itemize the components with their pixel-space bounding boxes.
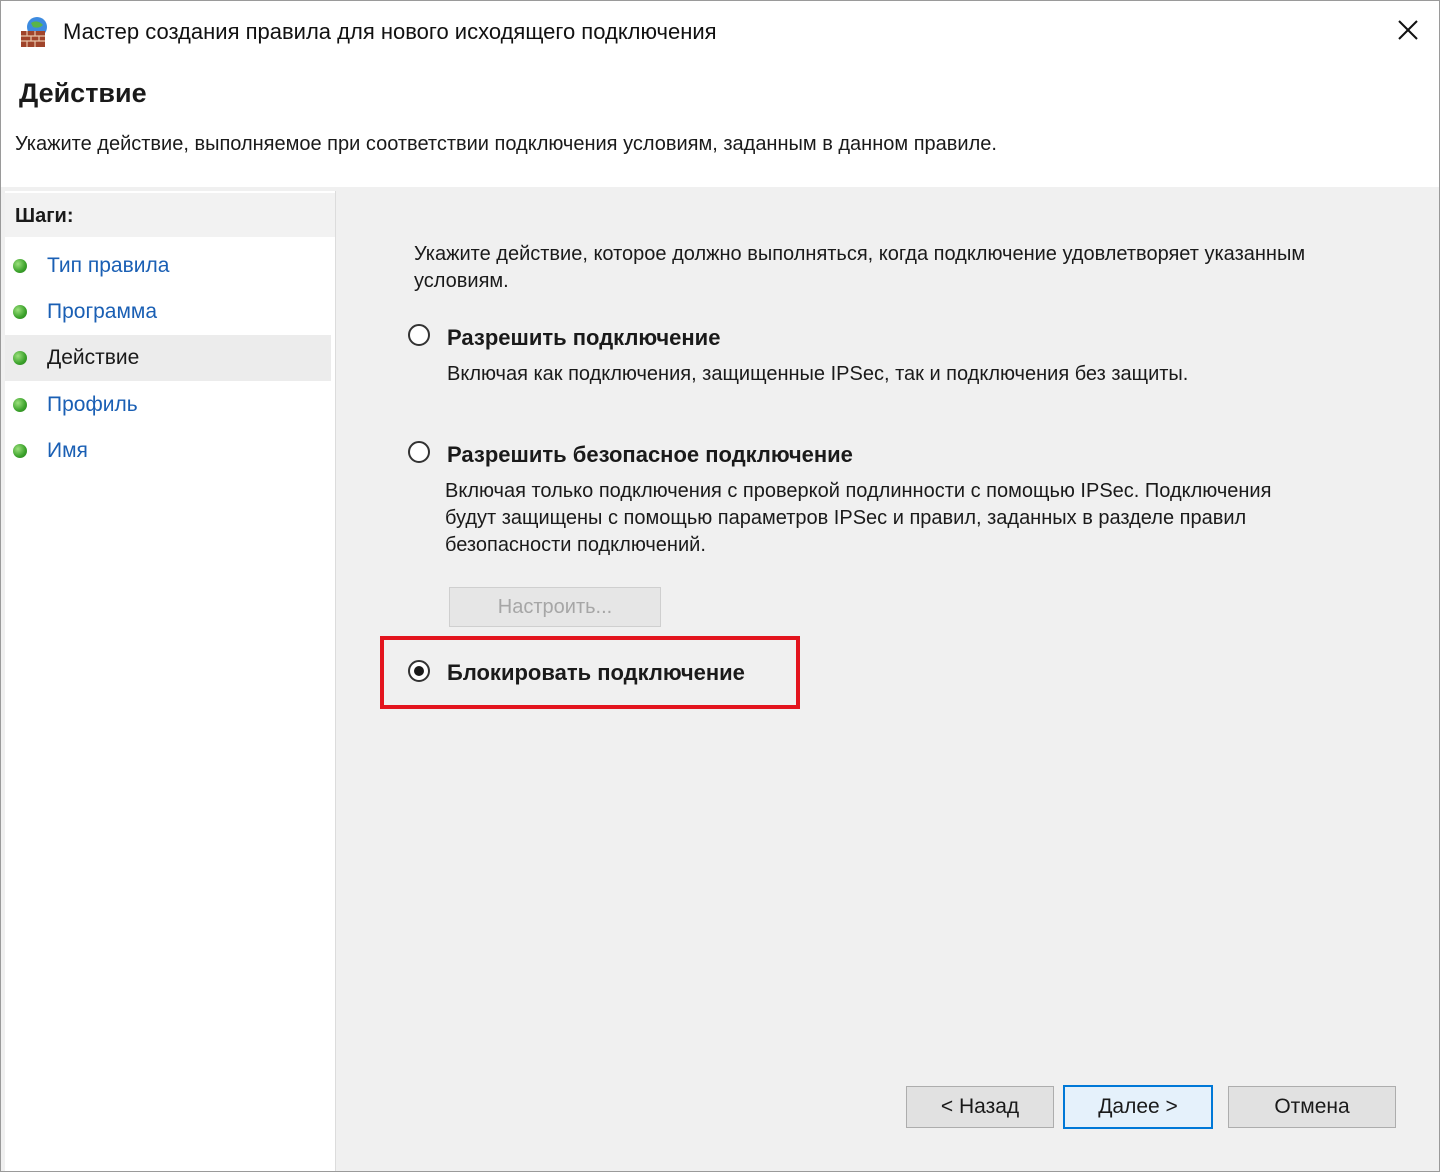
allow-secure-connection-label[interactable]: Разрешить безопасное подключение (447, 442, 853, 468)
close-button[interactable] (1391, 13, 1425, 47)
action-panel: Укажите действие, которое должно выполня… (341, 187, 1439, 1171)
sidebar-item-label: Тип правила (47, 254, 170, 277)
sidebar-item-profile[interactable]: Профиль (5, 382, 331, 428)
step-status-icon (13, 351, 27, 365)
steps-title: Шаги: (15, 205, 74, 227)
sidebar-item-program[interactable]: Программа (5, 289, 331, 335)
sidebar-item-name[interactable]: Имя (5, 428, 331, 474)
block-connection-label[interactable]: Блокировать подключение (447, 660, 745, 686)
wizard-window: Мастер создания правила для нового исход… (0, 0, 1440, 1172)
sidebar-item-label: Профиль (47, 393, 138, 416)
window-title: Мастер создания правила для нового исход… (63, 19, 717, 44)
allow-connection-radio[interactable] (408, 324, 430, 346)
steps-sidebar: Шаги: Тип правила Программа Действие Про… (5, 191, 336, 1171)
back-button[interactable]: < Назад (906, 1086, 1054, 1128)
sidebar-item-label: Имя (47, 439, 88, 462)
sidebar-item-action[interactable]: Действие (5, 335, 331, 381)
page-subtitle: Укажите действие, выполняемое при соотве… (15, 133, 997, 155)
allow-secure-connection-description: Включая только подключения с проверкой п… (445, 480, 1272, 556)
close-icon (1398, 20, 1418, 40)
allow-connection-description: Включая как подключения, защищенные IPSe… (447, 363, 1189, 385)
step-status-icon (13, 305, 27, 319)
sidebar-item-rule-type[interactable]: Тип правила (5, 243, 331, 289)
page-header: Действие Укажите действие, выполняемое п… (1, 63, 1439, 187)
sidebar-item-label: Действие (47, 346, 140, 369)
allow-connection-label[interactable]: Разрешить подключение (447, 325, 720, 351)
wizard-body: Шаги: Тип правила Программа Действие Про… (1, 187, 1439, 1171)
steps-header: Шаги: (5, 193, 335, 237)
next-button[interactable]: Далее > (1063, 1085, 1213, 1129)
page-title: Действие (19, 78, 147, 108)
step-status-icon (13, 398, 27, 412)
sidebar-item-label: Программа (47, 300, 158, 323)
cancel-button[interactable]: Отмена (1228, 1086, 1396, 1128)
block-connection-radio[interactable] (408, 660, 430, 682)
configure-button: Настроить... (449, 587, 661, 627)
step-status-icon (13, 444, 27, 458)
firewall-icon (21, 17, 47, 47)
title-bar: Мастер создания правила для нового исход… (1, 1, 1439, 63)
step-status-icon (13, 259, 27, 273)
instruction-text: Укажите действие, которое должно выполня… (414, 243, 1306, 292)
allow-secure-connection-radio[interactable] (408, 441, 430, 463)
